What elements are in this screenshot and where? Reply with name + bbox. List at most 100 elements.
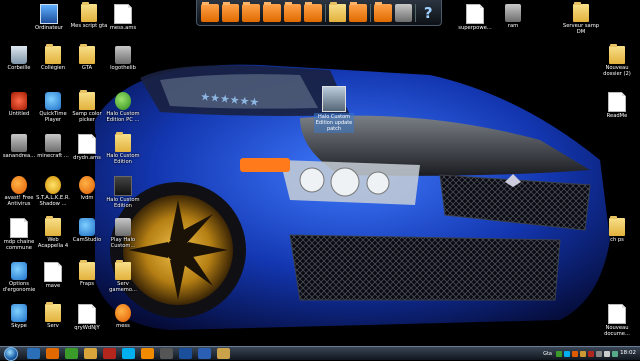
desktop-icon[interactable]: Serveur samp DM (562, 2, 600, 35)
desktop-icon[interactable]: avast! Free Antivirus (0, 176, 38, 207)
desktop-icon[interactable]: CamStudio (68, 218, 106, 243)
taskbar-skype-icon[interactable] (122, 348, 135, 359)
taskbar-folder-icon[interactable] (84, 348, 97, 359)
stalker-icon (45, 176, 61, 194)
taskbar-utorrent-icon[interactable] (65, 348, 78, 359)
desktop-icon[interactable]: S.T.A.L.K.E.R. Shadow ... (34, 176, 72, 207)
taskbar-paint-icon[interactable] (217, 348, 230, 359)
desktop-icon-label: Samp color picker (72, 111, 102, 123)
desktop-icon-label: Untitled (8, 111, 30, 117)
toolbar-folder-icon-4[interactable] (262, 1, 281, 22)
taskbar-clock[interactable]: 18:02 (620, 347, 636, 360)
desktop-icon[interactable]: superpowe... (456, 4, 494, 31)
tray-network-icon[interactable] (596, 350, 602, 357)
desktop-icon-label: lvdm (80, 195, 94, 201)
tray-flag-icon[interactable] (612, 350, 618, 357)
desktop-icon[interactable]: qryWdNjY (68, 304, 106, 331)
desktop-icon[interactable]: Corbeille (0, 46, 38, 71)
desktop-icon[interactable]: Halo Custom Edition (104, 176, 142, 209)
desktop-icon-label: Serv gamemo... (109, 281, 137, 293)
desktop-icon[interactable]: lvdm (68, 176, 106, 201)
desktop-icon-label: mdp chaine commune (3, 239, 35, 251)
toolbar-folder-icon-7[interactable] (328, 1, 347, 22)
avast-icon (11, 176, 27, 194)
desktop-icon[interactable]: Serv gamemo... (104, 260, 142, 293)
recycle-bin-icon (11, 46, 27, 64)
desktop-icon[interactable]: ch ps (598, 216, 636, 243)
tray-filezilla-icon[interactable] (588, 350, 594, 357)
toolbar-folder-icon-8[interactable] (349, 1, 368, 22)
tray-avast-icon[interactable] (572, 350, 578, 357)
toolbar-folder-icon-3[interactable] (242, 1, 260, 22)
toolbar-folder-icon-9[interactable] (374, 1, 392, 22)
desktop-icon[interactable]: mave (34, 262, 72, 289)
desktop-icon[interactable]: Mes script gta (70, 2, 108, 29)
toolbar-folder-icon-2[interactable] (221, 1, 240, 22)
desktop-icon[interactable]: Web Acappella 4 (34, 216, 72, 249)
taskbar-halo-icon[interactable] (160, 348, 173, 359)
taskbar-vlc-icon[interactable] (141, 348, 154, 359)
desktop-icon[interactable]: Collégien (34, 44, 72, 71)
toolbar-image-icon[interactable] (394, 3, 413, 22)
desktop-icon[interactable]: GTA (68, 44, 106, 71)
desktop-icon[interactable]: Options d'ergonomie (0, 262, 38, 293)
desktop-icon-label: mave (45, 283, 61, 289)
desktop-icon[interactable]: Serv (34, 302, 72, 329)
taskbar-samp-icon[interactable] (179, 348, 192, 359)
desktop-icon[interactable]: mdp chaine commune (0, 218, 38, 251)
desktop-icon[interactable]: mess.ams (104, 4, 142, 31)
desktop-icon[interactable]: logothelib (104, 46, 142, 71)
folder-icon (573, 2, 589, 22)
folder-icon (79, 260, 95, 280)
desktop-icon-halo-update[interactable]: Halo Custom Edition update patch (314, 86, 354, 133)
desktop-icon[interactable]: sanandrea... (0, 134, 38, 159)
desktop-icon[interactable]: Ordinateur (30, 4, 68, 31)
desktop-icon[interactable]: drydn.ams (68, 134, 106, 161)
help-icon[interactable]: ? (419, 4, 437, 22)
desktop-icon[interactable]: Play Halo Custom... (104, 218, 142, 249)
tray-label[interactable]: Gta (543, 351, 552, 357)
desktop-icon[interactable]: Halo Custom Edition PC ... (104, 92, 142, 123)
desktop-icon-label: logothelib (110, 65, 136, 71)
toolbar-folder-icon-1[interactable] (201, 1, 219, 22)
folder-icon (81, 2, 97, 22)
toolbar-separator (415, 3, 417, 22)
desktop-icon[interactable]: minecraft ... (34, 134, 72, 159)
start-button[interactable] (4, 346, 18, 361)
desktop-icon[interactable]: Nouveau dossier (2) (598, 44, 636, 77)
desktop-icon[interactable]: Untitled (0, 92, 38, 117)
toolbar-separator (324, 3, 326, 22)
desktop-icon[interactable]: Skype (0, 304, 38, 329)
desktop-icon-label: S.T.A.L.K.E.R. Shadow ... (36, 195, 70, 207)
toolbar-folder-icon-5[interactable] (283, 1, 302, 22)
desktop-icon[interactable]: Halo Custom Edition (104, 132, 142, 165)
desktop-icon[interactable]: ReadMe (598, 92, 636, 119)
desktop-icon-label: Nouveau docume... (604, 325, 630, 337)
taskbar-explorer-icon[interactable] (27, 348, 40, 359)
desktop-icon-label: QuickTime Player (39, 111, 67, 123)
tray-folder-icon[interactable] (580, 350, 586, 357)
file-icon (44, 262, 62, 282)
tray-utorrent-icon[interactable] (556, 350, 562, 357)
desktop-icon[interactable]: ram (494, 4, 532, 29)
desktop-icon-label: Corbeille (7, 65, 31, 71)
halo-icon (114, 176, 132, 196)
desktop-icon-label: ch ps (610, 237, 624, 243)
file-icon (78, 134, 96, 154)
desktop-icon[interactable]: QuickTime Player (34, 92, 72, 123)
desktop-icon[interactable]: Nouveau docume... (598, 304, 636, 337)
desktop-icon[interactable]: mess (104, 304, 142, 329)
taskbar-pinned-items (24, 348, 233, 359)
desktop-icon[interactable]: Fraps (68, 260, 106, 287)
taskbar-filezilla-icon[interactable] (103, 348, 116, 359)
file-icon (466, 4, 484, 24)
tray-volume-icon[interactable] (604, 350, 610, 357)
halo-icon (115, 218, 131, 236)
desktop-icon-label: Mes script gta (70, 23, 108, 29)
taskbar-word-icon[interactable] (198, 348, 211, 359)
file-icon (78, 304, 96, 324)
tray-skype-icon[interactable] (564, 350, 570, 357)
taskbar-firefox-icon[interactable] (46, 348, 59, 359)
toolbar-folder-icon-6[interactable] (304, 1, 322, 22)
desktop-icon[interactable]: Samp color picker (68, 90, 106, 123)
